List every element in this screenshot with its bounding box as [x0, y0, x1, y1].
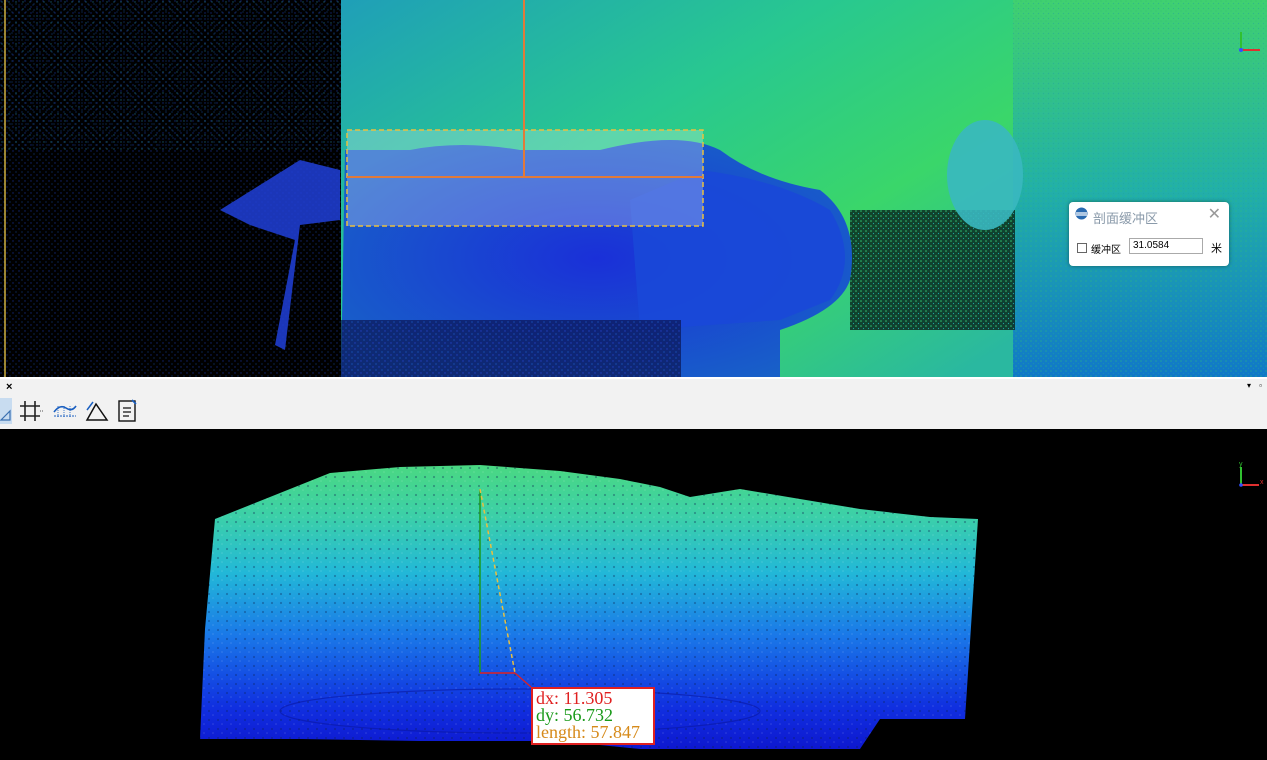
profile-buffer-dialog: 剖面缓冲区 ✕ 缓冲区 31.0584 米: [1069, 202, 1229, 266]
measure-length: length: 57.847: [536, 722, 640, 742]
axis-y-label: y: [1239, 461, 1243, 468]
panel-title-bar: × ▾ ▫: [0, 377, 1267, 397]
axis-x-label: x: [1260, 479, 1264, 486]
buffer-checkbox[interactable]: [1077, 243, 1087, 253]
dialog-title: 剖面缓冲区: [1093, 211, 1159, 226]
profile-section-viewport[interactable]: y x dx: 11.305 dy: 56.732 length: 57.847: [0, 429, 1267, 760]
panel-menu-button[interactable]: ▾: [1247, 381, 1251, 390]
measure-tool-icon[interactable]: [0, 398, 12, 424]
panel-close-button[interactable]: ×: [6, 381, 12, 393]
dialog-title-bar: 剖面缓冲区 ✕: [1075, 206, 1223, 226]
report-icon[interactable]: [116, 398, 140, 424]
profile-icon[interactable]: [52, 398, 78, 424]
profile-axis-gizmo-icon: y x: [1239, 461, 1264, 487]
app-logo-icon: [1075, 207, 1088, 220]
top-3d-viewport[interactable]: 剖面缓冲区 ✕ 缓冲区 31.0584 米: [0, 0, 1267, 377]
dialog-close-button[interactable]: ✕: [1208, 206, 1221, 224]
measurement-label-box: dx: 11.305 dy: 56.732 length: 57.847: [531, 687, 655, 745]
grid-icon[interactable]: [18, 398, 44, 424]
angle-icon[interactable]: [84, 398, 110, 424]
buffer-distance-input[interactable]: 31.0584: [1129, 238, 1203, 254]
buffer-label: 缓冲区: [1091, 245, 1121, 256]
panel-restore-button[interactable]: ▫: [1259, 381, 1262, 390]
unit-label: 米: [1211, 243, 1222, 255]
point-cloud-top-view: [0, 0, 1267, 377]
profile-toolbar: [0, 395, 1267, 430]
